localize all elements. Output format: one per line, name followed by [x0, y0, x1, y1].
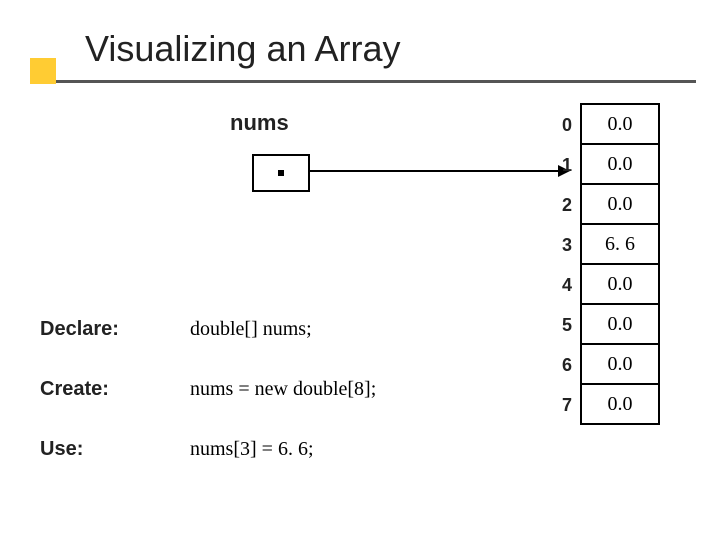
- label-declare: Declare:: [40, 318, 190, 341]
- array-cell-1: 0.0: [580, 143, 660, 185]
- array-index-6: 6: [552, 355, 572, 376]
- slide-title: Visualizing an Array: [85, 28, 401, 70]
- code-use: nums[3] = 6. 6;: [190, 438, 314, 461]
- array-cell-0: 0.0: [580, 103, 660, 145]
- array-cell-5: 0.0: [580, 303, 660, 345]
- label-create: Create:: [40, 378, 190, 401]
- row-use: Use: nums[3] = 6. 6;: [40, 438, 314, 461]
- array-index-3: 3: [552, 235, 572, 256]
- pointer-variable-label: nums: [230, 110, 289, 136]
- row-declare: Declare: double[] nums;: [40, 318, 312, 341]
- array-cell-2: 0.0: [580, 183, 660, 225]
- pointer-box: [252, 154, 310, 192]
- title-underline: [56, 80, 696, 83]
- array-index-4: 4: [552, 275, 572, 296]
- array-index-0: 0: [552, 115, 572, 136]
- array-cell-4: 0.0: [580, 263, 660, 305]
- row-create: Create: nums = new double[8];: [40, 378, 376, 401]
- array-cell-6: 0.0: [580, 343, 660, 385]
- array-index-7: 7: [552, 395, 572, 416]
- array-cell-3: 6. 6: [580, 223, 660, 265]
- array-index-1: 1: [552, 155, 572, 176]
- label-use: Use:: [40, 438, 190, 461]
- array-cell-7: 0.0: [580, 383, 660, 425]
- pointer-dot-icon: [278, 170, 284, 176]
- array-index-5: 5: [552, 315, 572, 336]
- array-visual: 0 1 2 3 4 5 6 7 0.0 0.0 0.0 6. 6 0.0 0.0…: [580, 105, 660, 425]
- code-declare: double[] nums;: [190, 318, 312, 341]
- title-bullet-square: [30, 58, 56, 84]
- code-create: nums = new double[8];: [190, 378, 376, 401]
- pointer-arrow-line: [308, 170, 558, 172]
- array-index-2: 2: [552, 195, 572, 216]
